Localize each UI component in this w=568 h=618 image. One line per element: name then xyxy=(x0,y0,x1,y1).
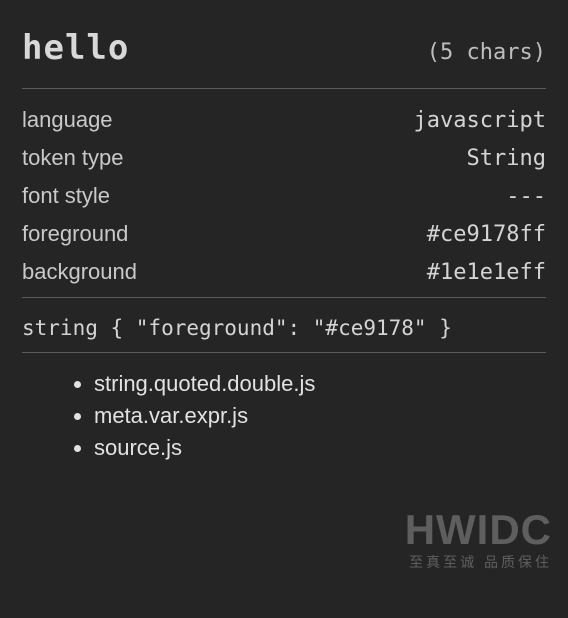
prop-row-foreground: foreground #ce9178ff xyxy=(22,221,546,247)
scope-item: string.quoted.double.js xyxy=(94,371,546,397)
token-header: hello (5 chars) xyxy=(22,28,546,68)
prop-label: language xyxy=(22,107,113,133)
divider xyxy=(22,88,546,89)
prop-value: javascript xyxy=(414,108,546,133)
prop-row-background: background #1e1e1eff xyxy=(22,259,546,285)
prop-value: --- xyxy=(506,184,546,209)
char-count: (5 chars) xyxy=(427,40,546,65)
watermark-logo: HWIDC xyxy=(405,506,552,554)
prop-label: token type xyxy=(22,145,124,171)
watermark: HWIDC 至真至诚 品质保住 xyxy=(405,506,552,572)
properties-table: language javascript token type String fo… xyxy=(22,107,546,285)
prop-label: foreground xyxy=(22,221,128,247)
divider xyxy=(22,297,546,298)
theme-rule: string { "foreground": "#ce9178" } xyxy=(22,316,546,340)
prop-label: font style xyxy=(22,183,110,209)
prop-row-token-type: token type String xyxy=(22,145,546,171)
prop-value: String xyxy=(467,146,546,171)
scope-item: meta.var.expr.js xyxy=(94,403,546,429)
prop-label: background xyxy=(22,259,137,285)
divider xyxy=(22,352,546,353)
token-text: hello xyxy=(22,28,129,68)
prop-row-font-style: font style --- xyxy=(22,183,546,209)
watermark-tagline: 至真至诚 品质保住 xyxy=(405,552,552,572)
prop-value: #1e1e1eff xyxy=(427,260,546,285)
prop-value: #ce9178ff xyxy=(427,222,546,247)
textmate-scopes: string.quoted.double.js meta.var.expr.js… xyxy=(22,371,546,461)
prop-row-language: language javascript xyxy=(22,107,546,133)
scope-item: source.js xyxy=(94,435,546,461)
